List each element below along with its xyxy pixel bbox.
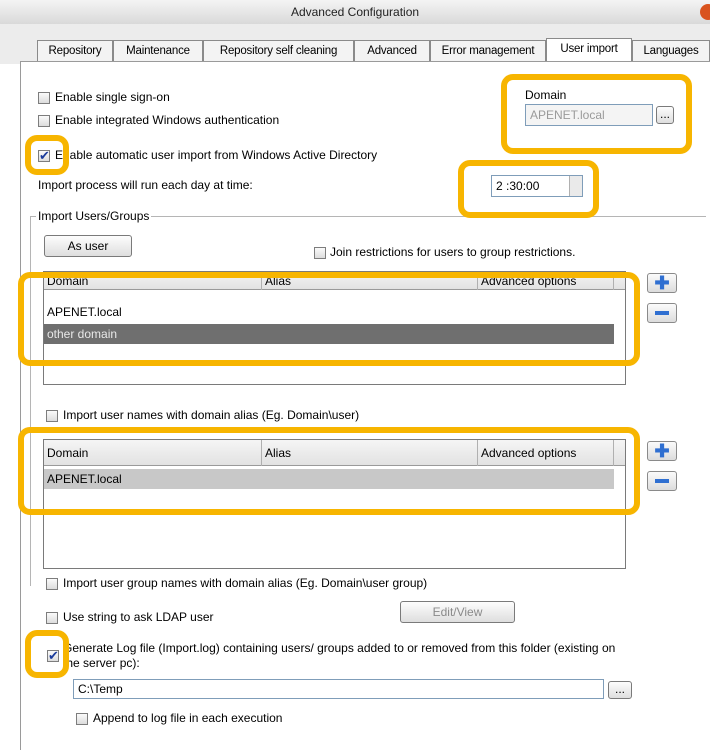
domain-alias-label: Import user names with domain alias (Eg.… (63, 408, 360, 422)
tab-maintenance[interactable]: Maintenance (113, 40, 203, 61)
import-time-input[interactable]: 2 :30:00 (491, 175, 583, 197)
plus-icon: ✚ (654, 441, 670, 461)
ldap-checkbox[interactable] (46, 612, 58, 624)
time-spinner[interactable] (569, 176, 582, 196)
domain-grid-2[interactable]: Domain Alias Advanced options APENET.loc… (43, 439, 626, 569)
edit-view-button[interactable]: Edit/View (400, 601, 515, 623)
grid1-row-1[interactable]: APENET.local (44, 302, 614, 322)
domain-grid-1[interactable]: Domain Alias Advanced options APENET.loc… (43, 271, 626, 385)
generate-log-label-line1: Generate Log file (Import.log) containin… (63, 641, 616, 655)
single-sign-on-label: Enable single sign-on (55, 90, 170, 104)
grid1-row-2-domain: other domain (47, 327, 118, 341)
join-restrictions-label: Join restrictions for users to group res… (330, 245, 576, 259)
grid1-col-advanced[interactable]: Advanced options (478, 272, 614, 290)
grid1-header: Domain Alias Advanced options (44, 272, 625, 290)
plus-icon: ✚ (654, 273, 670, 293)
grid2-header: Domain Alias Advanced options (44, 440, 625, 466)
grid2-row-1-domain: APENET.local (47, 472, 122, 486)
generate-log-checkbox[interactable] (47, 648, 59, 664)
close-icon[interactable] (700, 4, 710, 20)
domain-label: Domain (525, 88, 567, 102)
ldap-label: Use string to ask LDAP user (63, 610, 214, 624)
join-restrictions-checkbox[interactable] (314, 247, 326, 259)
minus-icon (655, 311, 669, 315)
auto-import-checkbox[interactable] (38, 148, 50, 164)
import-users-group-title: Import Users/Groups (36, 209, 152, 223)
title-bar: Advanced Configuration (0, 0, 710, 25)
log-path-browse-button[interactable]: ... (608, 681, 632, 699)
grid2-col-domain[interactable]: Domain (44, 440, 262, 466)
group-alias-label: Import user group names with domain alia… (63, 576, 428, 590)
tab-repository-self-cleaning[interactable]: Repository self cleaning (203, 40, 354, 61)
grid1-col-domain[interactable]: Domain (44, 272, 262, 290)
generate-log-label-line2: the server pc): (63, 656, 140, 670)
single-sign-on-checkbox[interactable] (38, 92, 50, 104)
grid1-row-2[interactable]: other domain (44, 324, 614, 344)
window-title: Advanced Configuration (290, 5, 420, 19)
log-path-input[interactable]: C:\Temp (73, 679, 604, 699)
grid1-remove-button[interactable] (647, 303, 677, 323)
import-time-label: Import process will run each day at time… (38, 178, 253, 192)
grid2-col-alias[interactable]: Alias (262, 440, 478, 466)
append-log-label: Append to log file in each execution (93, 711, 283, 725)
domain-field[interactable]: APENET.local (525, 104, 653, 126)
domain-alias-checkbox[interactable] (46, 410, 58, 422)
as-user-button[interactable]: As user (44, 235, 132, 257)
windows-auth-checkbox[interactable] (38, 115, 50, 127)
group-alias-checkbox[interactable] (46, 578, 58, 590)
minus-icon (655, 479, 669, 483)
windows-auth-label: Enable integrated Windows authentication (55, 113, 280, 127)
tab-advanced[interactable]: Advanced (354, 40, 430, 61)
import-time-value: 2 :30:00 (496, 179, 540, 193)
domain-browse-button[interactable]: ... (656, 106, 674, 124)
grid2-row-1[interactable]: APENET.local (44, 469, 614, 489)
append-log-checkbox[interactable] (76, 713, 88, 725)
tab-repository[interactable]: Repository (37, 40, 113, 61)
tab-user-import[interactable]: User import (546, 38, 632, 62)
tab-languages[interactable]: Languages (632, 40, 710, 61)
grid1-add-button[interactable]: ✚ (647, 273, 677, 293)
grid2-col-advanced[interactable]: Advanced options (478, 440, 614, 466)
tab-error-management[interactable]: Error management (430, 40, 546, 61)
grid2-add-button[interactable]: ✚ (647, 441, 677, 461)
auto-import-label: Enable automatic user import from Window… (55, 148, 378, 162)
grid2-remove-button[interactable] (647, 471, 677, 491)
grid1-row-1-domain: APENET.local (47, 305, 122, 319)
grid1-col-alias[interactable]: Alias (262, 272, 478, 290)
